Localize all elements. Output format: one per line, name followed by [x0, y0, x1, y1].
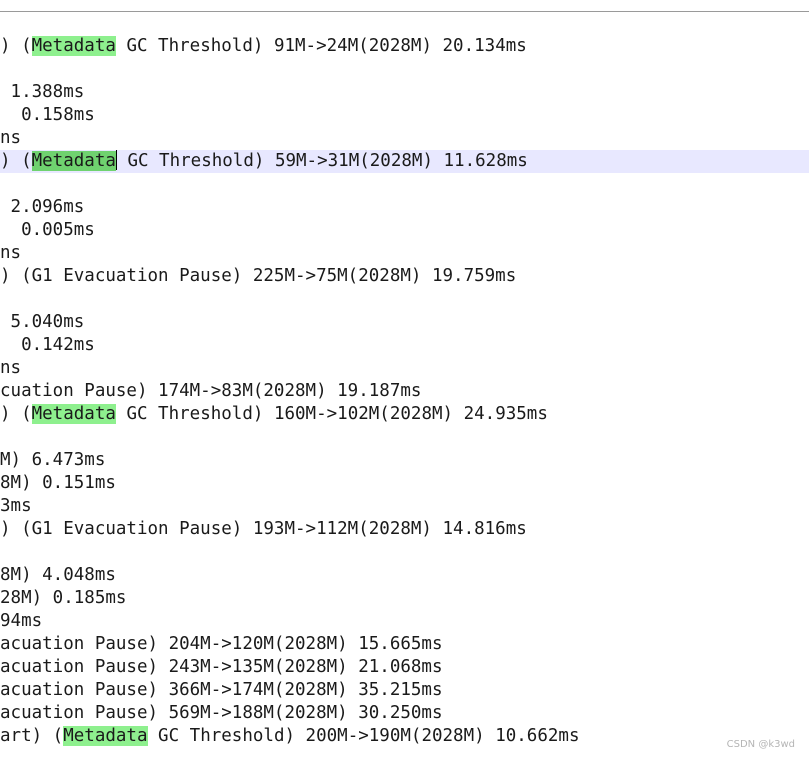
line-text: acuation Pause) 243M->135M(2028M) 21.068… [0, 657, 443, 677]
line-text: ) (G1 Evacuation Pause) 225M->75M(2028M)… [0, 266, 517, 286]
line-text: 0.158ms [0, 105, 95, 125]
line-text: ns [0, 358, 22, 378]
code-line[interactable]: ns [0, 242, 809, 265]
code-line[interactable] [0, 173, 809, 196]
line-text: GC Threshold) 91M->24M(2028M) 20.134ms [115, 36, 527, 56]
search-match-highlight: Metadata [31, 404, 116, 424]
search-match-highlight: Metadata [63, 726, 148, 746]
code-line[interactable]: 0.158ms [0, 104, 809, 127]
top-border [0, 11, 809, 12]
line-text: ) ( [0, 404, 32, 424]
line-text: cuation Pause) 174M->83M(2028M) 19.187ms [0, 381, 422, 401]
code-line[interactable]: 3ms [0, 495, 809, 518]
line-text: acuation Pause) 569M->188M(2028M) 30.250… [0, 703, 443, 723]
code-line[interactable] [0, 426, 809, 449]
code-line[interactable]: 8M) 0.151ms [0, 472, 809, 495]
line-text: ) ( [0, 36, 32, 56]
code-line[interactable]: art) (Metadata GC Threshold) 200M->190M(… [0, 725, 809, 748]
code-line[interactable]: acuation Pause) 569M->188M(2028M) 30.250… [0, 702, 809, 725]
current-line[interactable]: ) (Metadata GC Threshold) 59M->31M(2028M… [0, 150, 809, 173]
editor-viewport: ) (Metadata GC Threshold) 91M->24M(2028M… [0, 0, 809, 758]
search-match-highlight: Metadata [31, 36, 116, 56]
code-line[interactable]: ns [0, 127, 809, 150]
code-line[interactable]: acuation Pause) 243M->135M(2028M) 21.068… [0, 656, 809, 679]
line-text: 2.096ms [0, 197, 85, 217]
line-text: 28M) 0.185ms [0, 588, 127, 608]
code-line[interactable]: ) (G1 Evacuation Pause) 193M->112M(2028M… [0, 518, 809, 541]
code-line[interactable]: 0.142ms [0, 334, 809, 357]
code-line[interactable]: 5.040ms [0, 311, 809, 334]
search-match-highlight: Metadata [31, 151, 116, 171]
line-text: ns [0, 128, 22, 148]
line-text: 0.005ms [0, 220, 95, 240]
code-line[interactable]: 2.096ms [0, 196, 809, 219]
code-line[interactable]: ns [0, 357, 809, 380]
code-line[interactable]: 94ms [0, 610, 809, 633]
line-text: 1.388ms [0, 82, 85, 102]
code-line[interactable]: acuation Pause) 366M->174M(2028M) 35.215… [0, 679, 809, 702]
code-line[interactable]: ) (Metadata GC Threshold) 160M->102M(202… [0, 403, 809, 426]
line-text: GC Threshold) 200M->190M(2028M) 10.662ms [147, 726, 580, 746]
code-line[interactable] [0, 541, 809, 564]
line-text: 8M) 4.048ms [0, 565, 116, 585]
code-line[interactable]: ) (G1 Evacuation Pause) 225M->75M(2028M)… [0, 265, 809, 288]
code-line[interactable]: M) 6.473ms [0, 449, 809, 472]
code-line[interactable] [0, 288, 809, 311]
line-text: 8M) 0.151ms [0, 473, 116, 493]
line-text: acuation Pause) 204M->120M(2028M) 15.665… [0, 634, 443, 654]
code-line[interactable]: ) (Metadata GC Threshold) 91M->24M(2028M… [0, 35, 809, 58]
code-line[interactable]: 0.005ms [0, 219, 809, 242]
line-text: art) ( [0, 726, 64, 746]
line-text: 94ms [0, 611, 43, 631]
line-text: ) ( [0, 151, 32, 171]
line-text: ns [0, 243, 22, 263]
code-line[interactable]: cuation Pause) 174M->83M(2028M) 19.187ms [0, 380, 809, 403]
line-text: ) (G1 Evacuation Pause) 193M->112M(2028M… [0, 519, 527, 539]
code-text-area[interactable]: ) (Metadata GC Threshold) 91M->24M(2028M… [0, 35, 809, 755]
line-text: 5.040ms [0, 312, 85, 332]
line-text: M) 6.473ms [0, 450, 106, 470]
line-text: GC Threshold) 160M->102M(2028M) 24.935ms [115, 404, 548, 424]
code-line[interactable] [0, 58, 809, 81]
line-text: GC Threshold) 59M->31M(2028M) 11.628ms [116, 151, 528, 171]
code-line[interactable]: 28M) 0.185ms [0, 587, 809, 610]
code-line[interactable]: 1.388ms [0, 81, 809, 104]
line-text: acuation Pause) 366M->174M(2028M) 35.215… [0, 680, 443, 700]
line-text: 0.142ms [0, 335, 95, 355]
code-line[interactable]: 8M) 4.048ms [0, 564, 809, 587]
watermark: CSDN @k3wd [726, 739, 795, 750]
line-text: 3ms [0, 496, 32, 516]
code-line[interactable]: acuation Pause) 204M->120M(2028M) 15.665… [0, 633, 809, 656]
